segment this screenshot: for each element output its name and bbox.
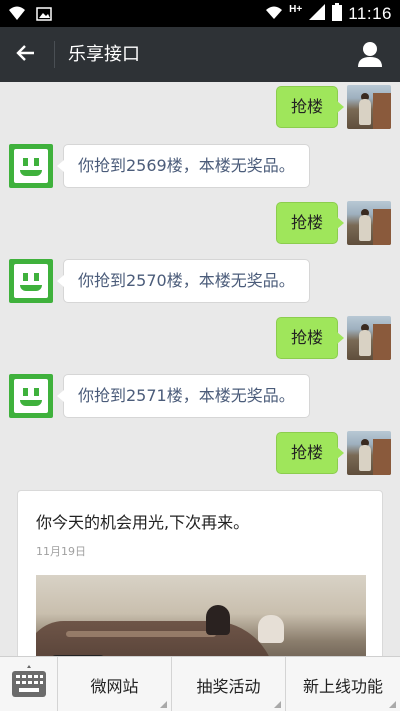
article-date: 11月19日 <box>36 545 86 558</box>
bottom-menu-bar: 微网站 抽奖活动 新上线功能 <box>0 656 400 711</box>
my-message-bubble[interactable]: 抢楼 <box>275 86 345 128</box>
clock: 11:16 <box>348 4 392 23</box>
user-avatar[interactable] <box>347 316 391 360</box>
keyboard-toggle-button[interactable] <box>0 657 58 711</box>
bot-avatar[interactable] <box>9 144 53 188</box>
page-title: 乐享接口 <box>68 44 140 65</box>
article-title: 你今天的机会用光,下次再来。 <box>36 513 250 532</box>
battery-icon <box>332 3 343 25</box>
wifi-icon <box>265 4 283 24</box>
image-icon <box>36 6 52 25</box>
person-icon <box>356 42 384 72</box>
network-type: H+ <box>289 3 303 15</box>
title-divider <box>54 41 55 68</box>
my-message-bubble[interactable]: 抢楼 <box>275 202 345 244</box>
title-bar: 乐享接口 <box>0 27 400 82</box>
menu-item-new-features[interactable]: 新上线功能 <box>286 657 400 711</box>
profile-button[interactable] <box>356 40 384 68</box>
my-message-bubble[interactable]: 抢楼 <box>275 432 345 474</box>
my-message-bubble[interactable]: 抢楼 <box>275 317 345 359</box>
signal-icon <box>308 3 326 25</box>
user-avatar[interactable] <box>347 85 391 129</box>
bot-message-bubble[interactable]: 你抢到2569楼，本楼无奖品。 <box>57 144 310 188</box>
bot-message-bubble[interactable]: 你抢到2570楼，本楼无奖品。 <box>57 259 310 303</box>
bot-avatar[interactable] <box>9 374 53 418</box>
chat-area[interactable]: 抢楼 你抢到2569楼，本楼无奖品。 抢楼 你抢到2570楼，本楼无奖品。 抢楼 <box>0 82 400 656</box>
status-bar: H+ 11:16 <box>0 0 400 27</box>
bot-avatar[interactable] <box>9 259 53 303</box>
menu-item-lottery[interactable]: 抽奖活动 <box>172 657 286 711</box>
back-button[interactable] <box>0 27 52 82</box>
article-cover-image <box>36 575 366 656</box>
user-avatar[interactable] <box>347 201 391 245</box>
article-card[interactable]: 你今天的机会用光,下次再来。 11月19日 <box>17 490 383 656</box>
wifi-icon <box>8 5 26 25</box>
menu-item-micro-site[interactable]: 微网站 <box>58 657 172 711</box>
user-avatar[interactable] <box>347 431 391 475</box>
keyboard-icon <box>9 664 49 705</box>
arrow-left-icon <box>16 43 36 67</box>
bot-message-bubble[interactable]: 你抢到2571楼，本楼无奖品。 <box>57 374 310 418</box>
